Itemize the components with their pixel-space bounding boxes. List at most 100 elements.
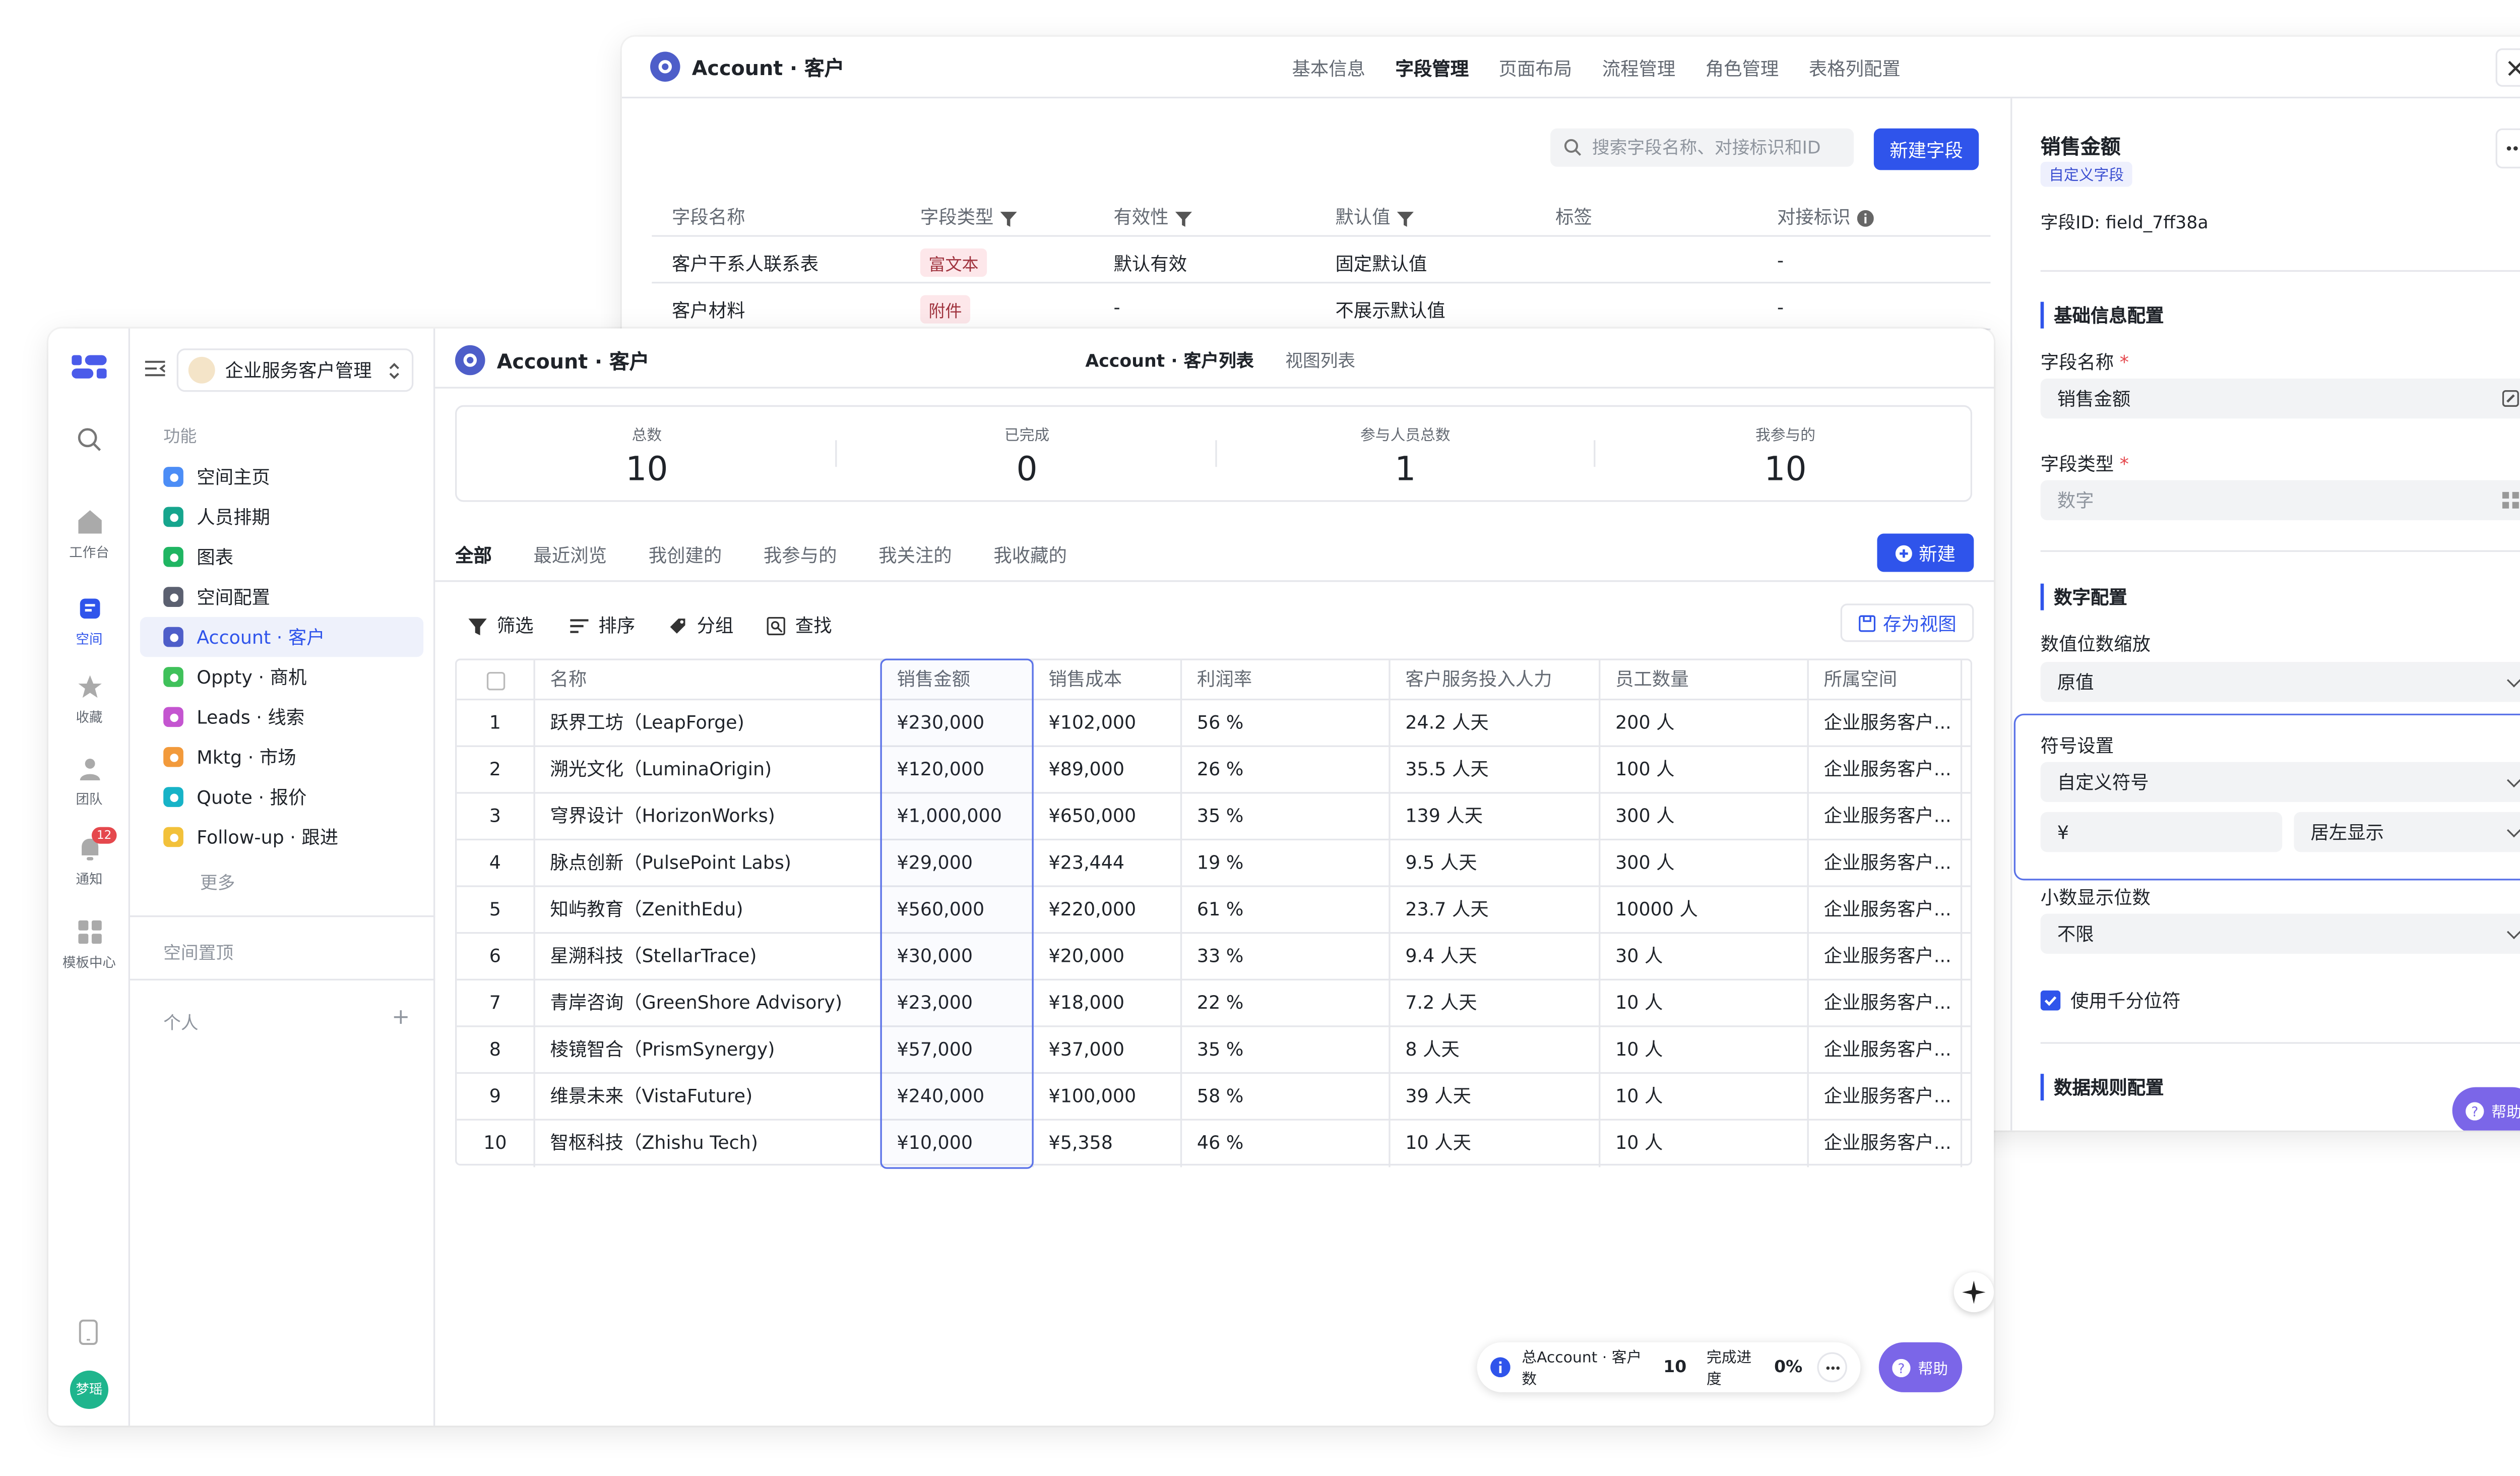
account-app-icon	[650, 51, 680, 82]
filter-tool[interactable]: 筛选	[468, 612, 533, 639]
tab-created[interactable]: 我创建的	[649, 545, 722, 567]
find-tool[interactable]: 查找	[767, 612, 832, 639]
sidebar-item[interactable]: Account · 客户	[140, 617, 424, 657]
table-row[interactable]: 9 维景未来（VistaFuture) ¥240,000 ¥100,000 58 % 39…	[457, 1074, 1971, 1121]
field-search-input[interactable]: 搜索字段名称、对接标识和ID	[1550, 128, 1854, 167]
table-row[interactable]: 3 穹界设计（HorizonWorks) ¥1,000,000 ¥650,000 35 …	[457, 793, 1971, 841]
tab-basic-info[interactable]: 基本信息	[1292, 58, 1365, 80]
avatar[interactable]: 梦瑶	[70, 1370, 109, 1409]
cell-sales: ¥240,000	[882, 1074, 1034, 1121]
col-field-type[interactable]: 字段类型	[920, 204, 1017, 230]
column-header[interactable]: 销售金额	[882, 660, 1034, 701]
table-row[interactable]: 5 知屿教育（ZenithEdu) ¥560,000 ¥220,000 61 % 23.7…	[457, 887, 1971, 934]
group-tool[interactable]: 分组	[668, 612, 733, 639]
more-options-button[interactable]	[2495, 128, 2520, 169]
add-personal-icon[interactable]: +	[392, 1006, 410, 1031]
help-button[interactable]: ? 帮助	[1878, 1342, 1963, 1392]
new-field-button[interactable]: 新建字段	[1873, 128, 1979, 170]
rail-workbench[interactable]: 工作台	[48, 509, 130, 562]
new-record-button[interactable]: 新建	[1877, 533, 1974, 572]
checkbox-checked-icon[interactable]	[2040, 990, 2061, 1011]
search-icon[interactable]	[77, 427, 102, 457]
col-default[interactable]: 默认值	[1335, 204, 1413, 230]
column-header[interactable]: 所属空间	[1809, 660, 1963, 701]
select-all-checkbox[interactable]	[457, 660, 535, 701]
field-name-input[interactable]: 销售金额	[2040, 378, 2520, 419]
table-row[interactable]: 2 溯光文化（LuminaOrigin) ¥120,000 ¥89,000 26 % 35…	[457, 747, 1971, 794]
field-row[interactable]: 客户材料 附件 - 不展示默认值 -	[652, 283, 1991, 330]
column-header[interactable]: 利润率	[1182, 660, 1391, 701]
tab-views[interactable]: 视图列表	[1285, 348, 1355, 374]
workspace-switcher[interactable]: 企业服务客户管理	[176, 348, 414, 392]
tab-favorited[interactable]: 我收藏的	[993, 545, 1067, 567]
chevron-up-down-icon	[389, 362, 399, 380]
filter-tabs: 全部 最近浏览 我创建的 我参与的 我关注的 我收藏的	[455, 542, 1109, 569]
stat-participants: 参与人员总数 1	[1360, 428, 1451, 489]
tab-field-management[interactable]: 字段管理	[1396, 58, 1469, 80]
more-button[interactable]	[1817, 1352, 1847, 1383]
decimal-select[interactable]: 不限	[2040, 913, 2520, 954]
rail-notifications[interactable]: 通知 12	[48, 827, 130, 889]
save-view-button[interactable]: 存为视图	[1840, 603, 1974, 642]
column-header[interactable]: 客户服务投入人力	[1391, 660, 1601, 701]
table-row[interactable]: 1 跃界工坊（LeapForge) ¥230,000 ¥102,000 56 % 24.2…	[457, 700, 1971, 747]
cell-name: 青岸咨询（GreenShore Advisory)	[535, 980, 882, 1027]
sidebar-item[interactable]: Follow-up · 跟进	[140, 817, 423, 857]
decimal-value: 不限	[2057, 924, 2094, 946]
tab-table-columns[interactable]: 表格列配置	[1809, 58, 1901, 80]
sidebar-item[interactable]: Leads · 线索	[140, 697, 423, 737]
tab-following[interactable]: 我关注的	[878, 545, 952, 567]
table-row[interactable]: 8 棱镜智合（PrismSynergy) ¥57,000 ¥37,000 35 % 8 人…	[457, 1027, 1971, 1074]
sidebar-item[interactable]: Oppty · 商机	[140, 657, 423, 697]
thousands-checkbox-row[interactable]: 使用千分位符	[2040, 987, 2180, 1014]
cell-space: 企业服务客户...	[1809, 747, 1963, 794]
table-row[interactable]: 6 星溯科技（StellarTrace) ¥30,000 ¥20,000 33 % 9.4…	[457, 934, 1971, 980]
tab-all[interactable]: 全部	[455, 545, 492, 567]
collapse-sidebar-icon[interactable]	[145, 360, 166, 382]
tab-list-view[interactable]: Account · 客户列表	[1085, 348, 1253, 374]
rail-team[interactable]: 团队	[48, 755, 130, 809]
sidebar-item[interactable]: Quote · 报价	[140, 777, 423, 817]
field-row[interactable]: 客户干系人联系表 富文本 默认有效 固定默认值 -	[652, 237, 1991, 284]
rail-favorites[interactable]: 收藏	[48, 673, 130, 727]
save-view-label: 存为视图	[1883, 612, 1957, 635]
cell-staff: 300 人	[1600, 793, 1809, 841]
sidebar-item[interactable]: 图表	[140, 537, 423, 577]
symbol-input[interactable]: ¥	[2040, 812, 2283, 852]
column-header[interactable]: 名称	[535, 660, 882, 701]
sidebar-item[interactable]: 空间配置	[140, 577, 423, 617]
star-icon	[77, 675, 101, 698]
help-button[interactable]: ? 帮助	[2452, 1087, 2520, 1131]
sidebar-more[interactable]: 更多	[140, 862, 423, 902]
table-row[interactable]: 10 智枢科技（Zhishu Tech) ¥10,000 ¥5,358 46 % 10 人…	[457, 1120, 1970, 1167]
sidebar-item[interactable]: Mktg · 市场	[140, 737, 423, 777]
symbol-mode-select[interactable]: 自定义符号	[2040, 762, 2520, 803]
table-row[interactable]: 4 脉点创新（PulsePoint Labs) ¥29,000 ¥23,444 19 %…	[457, 840, 1971, 887]
sort-tool[interactable]: 排序	[570, 612, 635, 639]
tab-recent[interactable]: 最近浏览	[533, 545, 607, 567]
cell-effort: 9.4 人天	[1391, 934, 1601, 980]
tab-roles[interactable]: 角色管理	[1706, 58, 1779, 80]
rail-templates[interactable]: 模板中心	[48, 919, 130, 972]
symbol-position-select[interactable]: 居左显示	[2294, 812, 2520, 852]
sidebar-item[interactable]: 人员排期	[140, 497, 423, 537]
tab-process[interactable]: 流程管理	[1602, 58, 1676, 80]
scale-select[interactable]: 原值	[2040, 662, 2520, 702]
col-validity[interactable]: 有效性	[1114, 204, 1191, 230]
rail-space[interactable]: 空间	[48, 595, 130, 649]
column-header[interactable]: 员工数量	[1600, 660, 1809, 701]
field-type-badge: 附件	[920, 295, 971, 324]
column-header[interactable]: 销售成本	[1034, 660, 1182, 701]
close-button[interactable]	[2495, 48, 2520, 87]
cell-name: 穹界设计（HorizonWorks)	[535, 793, 882, 841]
ai-assistant-button[interactable]	[1954, 1272, 1994, 1313]
sidebar-item[interactable]: 空间主页	[140, 457, 423, 497]
table-row[interactable]: 7 青岸咨询（GreenShore Advisory) ¥23,000 ¥18,000…	[457, 980, 1971, 1027]
sidebar-item-label: 空间配置	[197, 587, 270, 609]
cell-cost: ¥102,000	[1034, 700, 1182, 747]
tab-page-layout[interactable]: 页面布局	[1499, 58, 1572, 80]
cell-cost: ¥220,000	[1034, 887, 1182, 934]
tab-participated[interactable]: 我参与的	[764, 545, 837, 567]
field-window-title: Account · 客户	[691, 55, 845, 80]
mobile-icon[interactable]	[78, 1319, 98, 1350]
